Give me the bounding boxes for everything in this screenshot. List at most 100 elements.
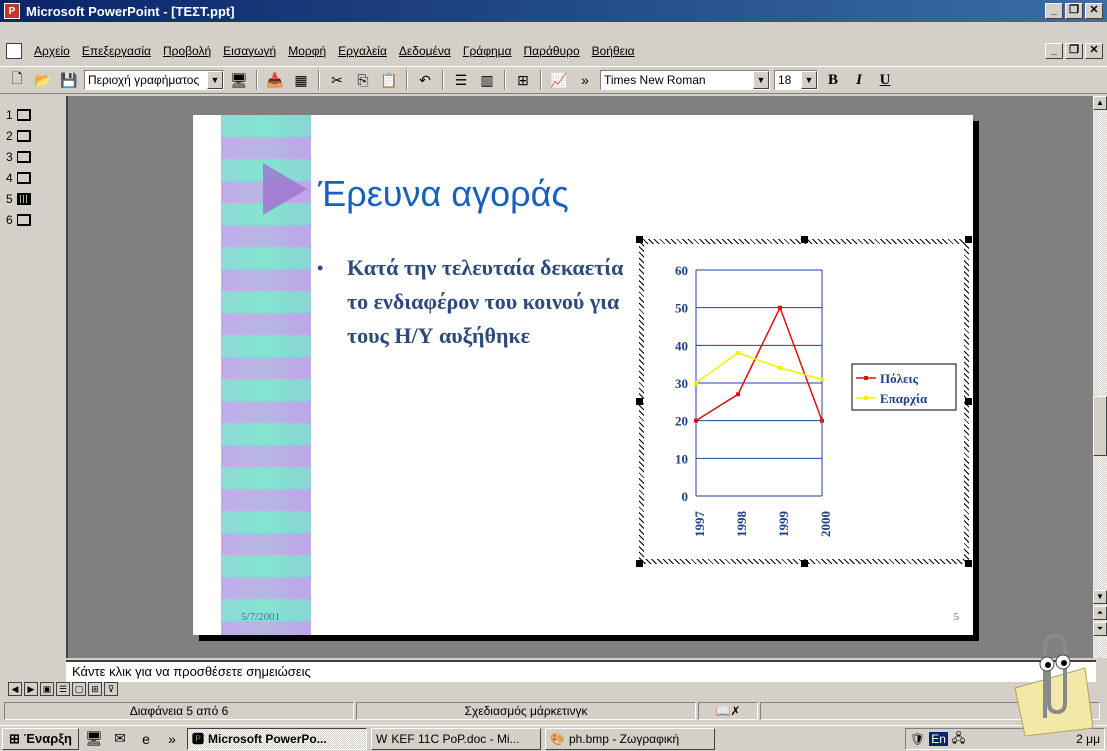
close-button[interactable]: ✕ — [1085, 3, 1103, 19]
office-assistant-icon[interactable] — [1005, 628, 1095, 738]
resize-handle[interactable] — [965, 560, 972, 567]
bold-button[interactable]: B — [822, 69, 844, 91]
chart-object-combo[interactable]: Περιοχή γραφήματος ▼ — [84, 70, 224, 90]
cut-icon[interactable]: ✂ — [326, 69, 348, 91]
menu-data[interactable]: Δεδομένα — [393, 44, 457, 58]
minimize-button[interactable]: _ — [1045, 3, 1063, 19]
new-icon[interactable]: 🗋 — [6, 69, 28, 91]
resize-handle[interactable] — [636, 560, 643, 567]
menu-tools[interactable]: Εργαλεία — [332, 44, 393, 58]
vertical-scrollbar[interactable]: ▲ ▼ ⏶ ⏷ — [1093, 96, 1107, 658]
internet-explorer-icon[interactable]: e — [135, 728, 157, 750]
y-tick-label: 10 — [675, 451, 688, 466]
slideshow-icon[interactable]: ⊽ — [104, 682, 118, 696]
datasheet-icon[interactable]: ▦ — [290, 69, 312, 91]
data-point — [694, 381, 698, 385]
font-combo[interactable]: Times New Roman ▼ — [600, 70, 770, 90]
outline-slide-2[interactable]: 2 — [6, 125, 66, 146]
next-slide-icon[interactable]: ⏷ — [1093, 622, 1107, 636]
title-bar: P Microsoft PowerPoint - [ΤΕΣΤ.ppt] _ ❐ … — [0, 0, 1107, 22]
resize-handle[interactable] — [965, 398, 972, 405]
scroll-thumb[interactable] — [1093, 396, 1107, 456]
slide-title[interactable]: Έρευνα αγοράς — [318, 173, 569, 215]
outline-slide-3[interactable]: 3 — [6, 146, 66, 167]
menu-format[interactable]: Μορφή — [282, 44, 332, 58]
underline-button[interactable]: U — [874, 69, 896, 91]
italic-button[interactable]: I — [848, 69, 870, 91]
toolbar: 🗋 📂 💾 Περιοχή γραφήματος ▼ 🖥 📥 ▦ ✂ ⎘ 📋 ↶… — [0, 66, 1107, 94]
menu-chart[interactable]: Γράφημα — [457, 44, 518, 58]
menu-view[interactable]: Προβολή — [157, 44, 217, 58]
chevron-down-icon[interactable]: ▼ — [207, 71, 223, 89]
menu-window[interactable]: Παράθυρο — [518, 44, 586, 58]
doc-restore-button[interactable]: ❐ — [1065, 43, 1083, 59]
outline-slide-4[interactable]: 4 — [6, 167, 66, 188]
menu-file[interactable]: Αρχείο — [28, 44, 76, 58]
quicklaunch-more-icon[interactable]: » — [161, 728, 183, 750]
by-column-icon[interactable]: ▥ — [476, 69, 498, 91]
open-icon[interactable]: 📂 — [32, 69, 54, 91]
resize-handle[interactable] — [801, 560, 808, 567]
resize-handle[interactable] — [801, 236, 808, 243]
menu-insert[interactable]: Εισαγωγή — [217, 44, 282, 58]
document-icon[interactable] — [6, 43, 22, 59]
task-word[interactable]: W KEF 11C PoP.doc - Mi... — [371, 727, 541, 750]
tray-icon[interactable]: 🖧 — [952, 729, 965, 750]
scroll-right-icon[interactable]: ▶ — [24, 682, 38, 696]
spelling-icon[interactable]: 📖✗ — [698, 702, 758, 720]
chart-object[interactable]: 0 10 20 30 40 50 60 1997 1998 1999 2000 Πόλεις Επαρχ… — [639, 239, 969, 564]
antivirus-icon[interactable]: 🛡 — [910, 732, 925, 746]
window-title: Microsoft PowerPoint - [ΤΕΣΤ.ppt] — [26, 3, 235, 19]
task-powerpoint[interactable]: 🅿 Microsoft PowerPo... — [187, 727, 367, 750]
chart-area[interactable]: 0 10 20 30 40 50 60 1997 1998 1999 2000 Πόλεις Επαρχ… — [644, 244, 964, 559]
import-file-icon[interactable]: 📥 — [264, 69, 286, 91]
normal-view-icon[interactable]: ▣ — [40, 682, 54, 696]
paste-icon[interactable]: 📋 — [378, 69, 400, 91]
data-table-icon[interactable]: ⊞ — [512, 69, 534, 91]
legend-marker — [864, 376, 868, 380]
notes-pane[interactable]: Κάντε κλικ για να προσθέσετε σημειώσεις — [66, 660, 1096, 682]
data-point — [820, 418, 824, 423]
previous-slide-icon[interactable]: ⏶ — [1093, 606, 1107, 620]
undo-icon[interactable]: ↶ — [414, 69, 436, 91]
restore-button[interactable]: ❐ — [1065, 3, 1083, 19]
slide-view-icon[interactable]: ▢ — [72, 682, 86, 696]
font-size-combo[interactable]: 18 ▼ — [774, 70, 818, 90]
task-label: ph.bmp - Ζωγραφική — [568, 731, 680, 746]
chevron-down-icon[interactable]: ▼ — [801, 71, 817, 89]
outline-view-icon[interactable]: ☰ — [56, 682, 70, 696]
powerpoint-icon: P — [4, 3, 20, 19]
start-button[interactable]: ⊞ Έναρξη — [2, 727, 79, 750]
menu-edit[interactable]: Επεξεργασία — [76, 44, 157, 58]
language-indicator[interactable]: En — [929, 732, 948, 746]
slide-sorter-icon[interactable]: ⊞ — [88, 682, 102, 696]
menu-help[interactable]: Βοήθεια — [586, 44, 641, 58]
slide-canvas[interactable]: Έρευνα αγοράς • Κατά την τελευταία δεκαε… — [193, 115, 973, 635]
menu-bar: Αρχείο Επεξεργασία Προβολή Εισαγωγή Μορφ… — [0, 38, 1107, 64]
slide-icon — [16, 150, 31, 163]
doc-close-button[interactable]: ✕ — [1085, 43, 1103, 59]
scroll-left-icon[interactable]: ◀ — [8, 682, 22, 696]
slide-bullet[interactable]: • Κατά την τελευταία δεκαετία το ενδιαφέ… — [317, 251, 637, 353]
doc-minimize-button[interactable]: _ — [1045, 43, 1063, 59]
format-chart-icon[interactable]: 🖥 — [228, 69, 250, 91]
chevron-down-icon[interactable]: ▼ — [753, 71, 769, 89]
resize-handle[interactable] — [636, 236, 643, 243]
slide-icon — [16, 192, 31, 205]
chart-type-icon[interactable]: 📈 — [548, 69, 570, 91]
copy-icon[interactable]: ⎘ — [352, 69, 374, 91]
save-icon[interactable]: 💾 — [58, 69, 80, 91]
resize-handle[interactable] — [636, 398, 643, 405]
task-paint[interactable]: 🎨 ph.bmp - Ζωγραφική — [545, 727, 715, 750]
resize-handle[interactable] — [965, 236, 972, 243]
data-point — [820, 377, 824, 382]
show-desktop-icon[interactable]: 🖥 — [83, 728, 105, 750]
by-row-icon[interactable]: ☰ — [450, 69, 472, 91]
more-buttons-icon[interactable]: » — [574, 69, 596, 91]
outline-slide-1[interactable]: 1 — [6, 104, 66, 125]
scroll-down-icon[interactable]: ▼ — [1093, 590, 1107, 604]
outline-slide-6[interactable]: 6 — [6, 209, 66, 230]
outlook-icon[interactable]: ✉ — [109, 728, 131, 750]
scroll-up-icon[interactable]: ▲ — [1093, 96, 1107, 110]
outline-slide-5[interactable]: 5 — [6, 188, 66, 209]
